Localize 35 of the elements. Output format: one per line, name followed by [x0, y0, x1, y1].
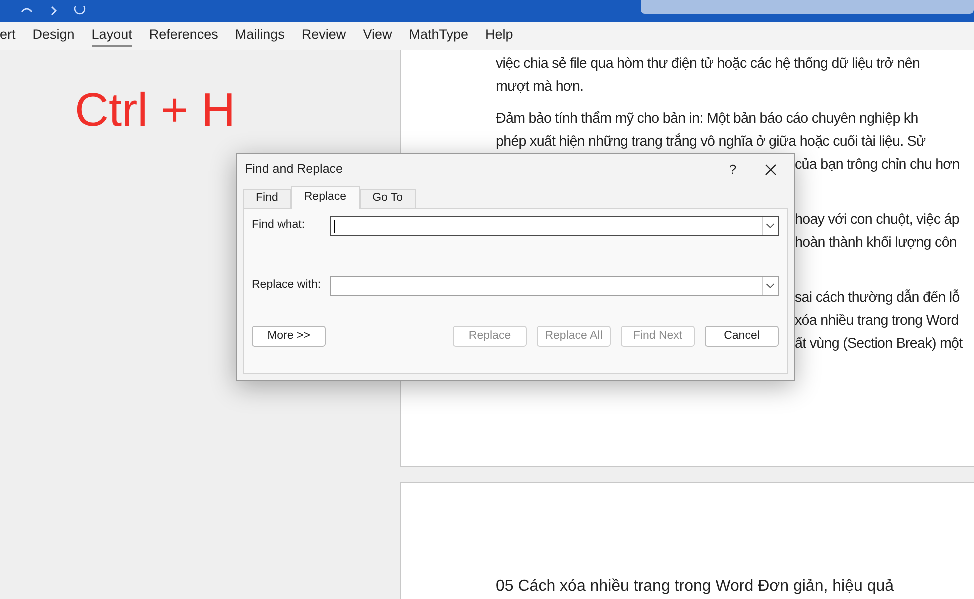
dialog-title: Find and Replace — [245, 161, 343, 178]
dialog-tab[interactable]: Go To — [360, 189, 416, 208]
close-icon — [765, 164, 777, 176]
ribbon-tab[interactable]: ert — [0, 25, 16, 47]
document-text-line: hoay với con chuột, việc áp — [795, 212, 960, 228]
document-text-line: ất vùng (Section Break) một — [795, 336, 963, 352]
ribbon-tab[interactable]: Review — [302, 25, 346, 47]
combo-field[interactable] — [330, 216, 779, 236]
document-text-line: Đảm bảo tính thẩm mỹ cho bản in: Một bản báo cáo chuyên nghiệp kh — [496, 111, 918, 127]
ribbon-tab[interactable]: Layout — [92, 25, 132, 47]
document-text-line: phép xuất hiện những trang trắng vô nghĩa ở giữa hoặc cuối tài liệu. Sử — [496, 134, 926, 150]
search-field[interactable] — [641, 0, 974, 14]
dialog-tab[interactable]: Find — [243, 189, 292, 208]
document-text-line: của bạn trông chỉn chu hơn — [795, 157, 960, 173]
document-text-line: sai cách thường dẫn đến lỗ — [795, 290, 960, 306]
field-label: Replace with: — [252, 278, 322, 294]
ribbon-tab[interactable]: Mailings — [235, 25, 285, 47]
combo-field[interactable] — [330, 276, 779, 296]
caption-text: Ctrl + H — [75, 86, 236, 133]
ribbon-tab[interactable]: View — [363, 25, 392, 47]
field-label: Find what: — [252, 218, 306, 234]
document-text-line: xóa nhiều trang trong Word — [795, 313, 959, 329]
dialog-button[interactable]: Cancel — [705, 326, 779, 347]
dialog-tab[interactable]: Replace — [291, 186, 360, 209]
ribbon-tab[interactable]: MathType — [409, 25, 468, 47]
ribbon-tab[interactable]: Help — [486, 25, 514, 47]
document-text-line: mượt mà hơn. — [496, 79, 584, 95]
ribbon-tab[interactable]: Design — [32, 25, 75, 47]
help-button[interactable]: ? — [718, 160, 748, 180]
document-text-line: việc chia sẻ file qua hòm thư điện tử hoặc các hệ thống dữ liệu trở nên — [496, 56, 920, 72]
chevron-icon[interactable] — [50, 6, 58, 16]
ribbon-tab[interactable]: References — [149, 25, 218, 47]
heading-text: 05 Cách xóa nhiều trang trong Word Đơn giản, hiệu quả — [496, 578, 894, 595]
document-text-line: hoàn thành khối lượng côn — [795, 235, 958, 251]
dialog-button[interactable]: More >> — [252, 326, 326, 347]
